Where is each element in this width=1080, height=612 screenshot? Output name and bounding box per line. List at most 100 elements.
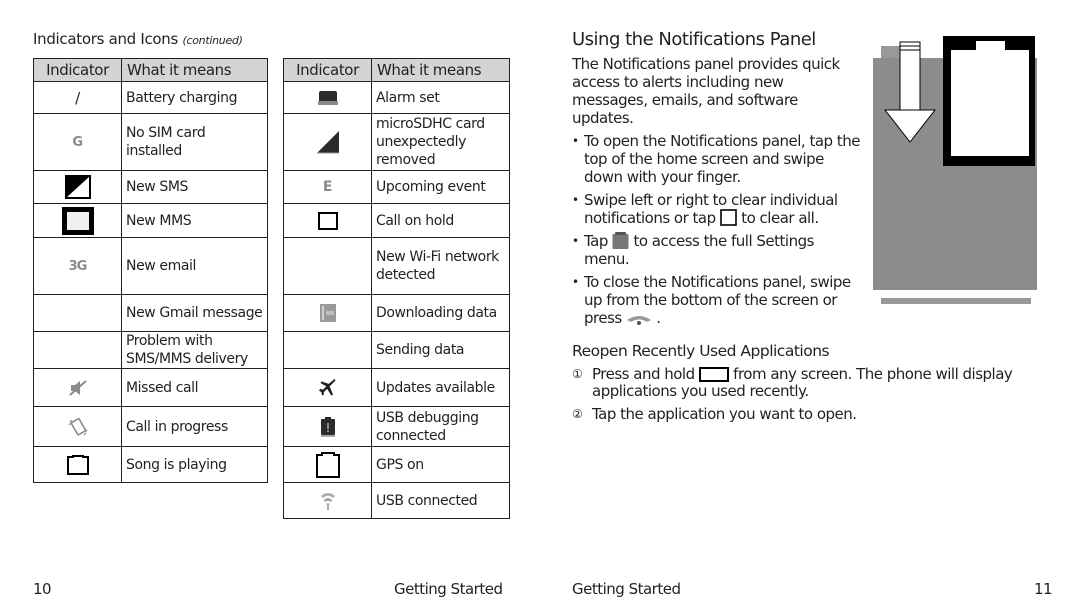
bullet-item: To close the Notifications panel, swipe … [572, 273, 862, 327]
table-row: 3G New email [33, 237, 268, 295]
table-row: / Battery charging [33, 81, 268, 114]
table-row: Missed call [33, 368, 268, 407]
page-number-right: 11 [1034, 580, 1053, 598]
notifications-panel-illustration [873, 36, 1037, 304]
table-row: Problem with SMS/MMS delivery [33, 331, 268, 369]
notifications-bullets: To open the Notifications panel, tap the… [572, 132, 862, 332]
section-title: Indicators and Icons (continued) [33, 30, 243, 48]
table-row: Alarm set [283, 81, 510, 114]
row-meaning: Call on hold [371, 203, 510, 238]
bullet-item: Tap to access the full Settings menu. [572, 232, 862, 268]
row-meaning: Downloading data [371, 294, 510, 332]
row-meaning: New SMS [121, 170, 268, 204]
wifi-press-icon [627, 316, 651, 325]
bullet-text: . [656, 309, 661, 327]
airplane-icon [318, 378, 335, 395]
row-meaning: Upcoming event [371, 170, 510, 204]
reopen-apps-steps: ① Press and hold from any screen. The ph… [572, 366, 1042, 429]
phone-bottom-bar [881, 298, 1031, 304]
step-item: ② Tap the application you want to open. [572, 406, 1042, 423]
alert-battery-icon [320, 416, 335, 437]
row-meaning: USB debugging connected [371, 406, 510, 447]
table-row: New Wi-Fi network detected [283, 237, 510, 295]
empty-icon-cell [33, 331, 122, 369]
clear-all-square-icon [720, 209, 737, 226]
bullet-text: to clear all. [741, 209, 819, 227]
table-row: Updates available [283, 368, 510, 407]
table-row: Call on hold [283, 203, 510, 238]
empty-icon-cell [283, 237, 372, 295]
bullet-text: To close the Notifications panel, swipe … [584, 273, 851, 327]
row-meaning: New MMS [121, 203, 268, 238]
row-meaning: Song is playing [121, 446, 268, 483]
header-meaning: What it means [371, 58, 510, 82]
muted-speaker-icon [68, 379, 87, 396]
header-meaning: What it means [121, 58, 268, 82]
table-row: New SMS [33, 170, 268, 204]
row-meaning: GPS on [371, 446, 510, 483]
row-meaning: New Wi-Fi network detected [371, 237, 510, 295]
square-outline-icon [317, 211, 338, 230]
row-meaning: New Gmail message [121, 294, 268, 332]
battery-outline-icon [315, 451, 340, 478]
table-header-row: Indicator What it means [33, 58, 268, 82]
row-meaning: New email [121, 237, 268, 295]
notifications-panel-title: Using the Notifications Panel [572, 29, 816, 50]
row-meaning: Updates available [371, 368, 510, 407]
row-meaning: Call in progress [121, 406, 268, 447]
signal-triangle-icon [316, 131, 339, 154]
indicators-table-left: Indicator What it means / Battery chargi… [33, 58, 268, 483]
table-row: USB debugging connected [283, 406, 510, 447]
table-row: Song is playing [33, 446, 268, 483]
section-title-text: Indicators and Icons [33, 30, 179, 48]
alarm-block-icon [317, 90, 338, 105]
step-text: Tap the application you want to open. [592, 405, 857, 423]
3g-icon: 3G [33, 237, 122, 295]
table-header-row: Indicator What it means [283, 58, 510, 82]
notifications-intro: The Notifications panel provides quick a… [572, 55, 840, 127]
letter-e-icon: E [283, 170, 372, 204]
row-meaning: microSDHC card unexpectedly removed [371, 113, 510, 171]
row-meaning: No SIM card installed [121, 113, 268, 171]
row-meaning: Missed call [121, 368, 268, 407]
table-row: Downloading data [283, 294, 510, 332]
table-row: Call in progress [33, 406, 268, 447]
row-meaning: Alarm set [371, 81, 510, 114]
letter-g-icon: G [33, 113, 122, 171]
data-icon [319, 304, 336, 322]
empty-icon-cell [283, 331, 372, 369]
bullet-item: To open the Notifications panel, tap the… [572, 132, 862, 186]
header-indicator: Indicator [283, 58, 372, 82]
half-filled-square-icon [64, 175, 91, 199]
slash-glyph-icon: / [33, 81, 122, 114]
step-number: ① [572, 367, 583, 381]
bullet-text: To open the Notifications panel, tap the… [584, 132, 860, 186]
step-item: ① Press and hold from any screen. The ph… [572, 366, 1042, 400]
empty-icon-cell [33, 294, 122, 332]
bullet-text: Tap [584, 232, 608, 250]
table-row: Sending data [283, 331, 510, 369]
footer-label-left: Getting Started [394, 580, 503, 598]
table-row: G No SIM card installed [33, 113, 268, 171]
table-row: microSDHC card unexpectedly removed [283, 113, 510, 171]
bullet-item: Swipe left or right to clear individual … [572, 191, 862, 227]
recent-apps-key-icon [698, 367, 729, 382]
row-meaning: Battery charging [121, 81, 268, 114]
table-row: USB connected [283, 482, 510, 519]
reopen-apps-heading: Reopen Recently Used Applications [572, 342, 830, 360]
wifi-icon [320, 492, 335, 510]
thick-square-icon [61, 206, 94, 235]
step-number: ② [572, 407, 583, 421]
battery-outline-icon [66, 454, 89, 475]
row-meaning: Sending data [371, 331, 510, 369]
footer-label-right: Getting Started [572, 580, 681, 598]
indicators-table-right: Indicator What it means Alarm set microS… [283, 58, 510, 519]
vibrate-icon [68, 417, 87, 435]
row-meaning: Problem with SMS/MMS delivery [121, 331, 268, 369]
table-row: E Upcoming event [283, 170, 510, 204]
settings-block-icon [612, 232, 629, 249]
section-title-suffix: (continued) [182, 34, 243, 47]
step-text: Press and hold [592, 365, 695, 383]
row-meaning: USB connected [371, 482, 510, 519]
header-indicator: Indicator [33, 58, 122, 82]
